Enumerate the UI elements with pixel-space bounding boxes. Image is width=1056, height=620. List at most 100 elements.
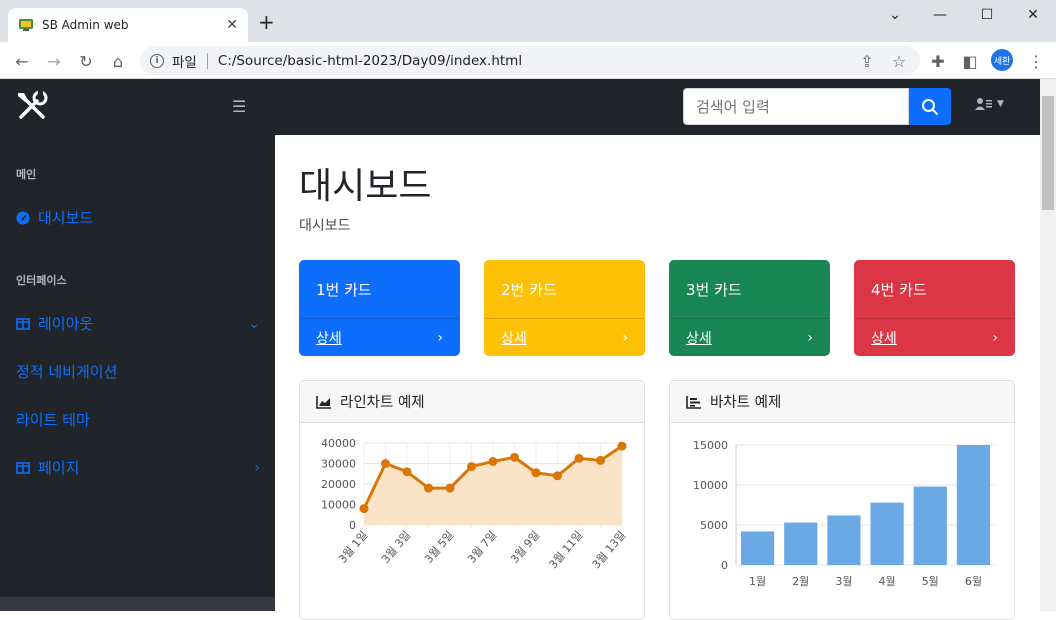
url-separator xyxy=(206,52,208,69)
x-tick-label: 6월 xyxy=(965,575,982,588)
minimize-button[interactable]: — xyxy=(925,6,955,24)
scrollbar-thumb[interactable] xyxy=(1042,96,1054,210)
chevron-right-icon: › xyxy=(437,330,443,346)
card-detail-link[interactable]: 상세 xyxy=(501,328,622,348)
y-tick-label: 0 xyxy=(721,559,728,572)
profile-avatar[interactable]: 세환 xyxy=(991,49,1013,71)
home-icon[interactable]: ⌂ xyxy=(108,51,128,71)
bar-chart: 0 5000 10000 15000 1월 2월 3월 4월 5월 6월 xyxy=(693,439,995,588)
page-title: 대시보드 xyxy=(299,166,432,207)
data-point xyxy=(617,441,627,451)
panel-title: 라인차트 예제 xyxy=(340,395,425,411)
x-tick-label: 5월 xyxy=(922,575,939,588)
x-tick-label: 2월 xyxy=(792,575,809,588)
sidebar-item-dashboard[interactable]: 대시보드 xyxy=(16,207,260,228)
card-4: 4번 카드 상세 › xyxy=(854,260,1015,356)
brand-tools-icon[interactable] xyxy=(14,88,50,124)
y-tick-label: 40000 xyxy=(321,437,356,450)
bookmark-star-icon[interactable]: ☆ xyxy=(889,51,909,71)
data-point xyxy=(467,462,476,472)
search-form xyxy=(683,88,951,125)
card-footer: 상세 › xyxy=(485,318,644,357)
tab-title: SB Admin web xyxy=(42,18,129,32)
data-point xyxy=(488,456,498,466)
sidebar-heading-interface: 인터페이스 xyxy=(16,274,67,287)
y-tick-label: 0 xyxy=(349,519,356,532)
y-tick-label: 20000 xyxy=(321,478,356,491)
sidebar-item-label: 레이아웃 xyxy=(38,315,94,333)
chevron-right-icon: › xyxy=(622,330,628,346)
data-point xyxy=(553,471,562,481)
card-title: 4번 카드 xyxy=(871,281,927,299)
app-favicon-icon xyxy=(19,19,33,31)
panel-title: 바차트 예제 xyxy=(710,395,782,411)
search-input[interactable] xyxy=(683,88,909,125)
user-menu-dropdown[interactable]: ▼ xyxy=(975,97,1004,111)
data-point xyxy=(531,468,541,478)
breadcrumb: 대시보드 xyxy=(299,218,351,234)
card-detail-link[interactable]: 상세 xyxy=(871,328,992,348)
x-tick-label: 3월 3일 xyxy=(378,528,413,566)
y-tick-label: 10000 xyxy=(693,479,728,492)
maximize-button[interactable]: ☐ xyxy=(972,6,1002,24)
chevron-down-icon: ⌄ xyxy=(248,315,260,332)
data-point xyxy=(445,483,455,493)
bar-chart-icon xyxy=(686,395,701,409)
chevron-right-icon: › xyxy=(992,330,998,346)
sidebar-item-layouts[interactable]: 레이아웃 ⌄ xyxy=(16,313,260,334)
address-bar: ← → ↻ ⌂ i 파일 C:/Source/basic-html-2023/D… xyxy=(0,42,1056,79)
user-icon xyxy=(975,98,992,110)
x-tick-label: 4월 xyxy=(879,575,896,588)
data-point xyxy=(574,453,584,463)
tab-close-icon[interactable]: ✕ xyxy=(226,17,238,33)
sidebar-toggle-icon[interactable]: ☰ xyxy=(232,97,246,116)
card-footer: 상세 › xyxy=(855,318,1014,357)
main-content: 대시보드 대시보드 1번 카드 상세 › 2번 카드 상세 › 3번 카드 상세… xyxy=(275,135,1040,620)
sidebar-item-label: 페이지 xyxy=(38,459,80,477)
site-info-icon[interactable]: i xyxy=(150,53,164,68)
x-tick-label: 3월 5일 xyxy=(421,528,456,566)
bar-chart-panel: 바차트 예제 0 5000 10000 15000 1월 2월 3월 4월 5월 6월 xyxy=(669,380,1015,620)
card-title: 2번 카드 xyxy=(501,281,557,299)
card-footer: 상세 › xyxy=(300,318,459,357)
area-chart-panel: 라인차트 예제 0 10000 20000 30000 40000 3월 1일 3월 3일 3… xyxy=(299,380,645,620)
y-tick-label: 10000 xyxy=(321,499,356,512)
panel-header: 라인차트 예제 xyxy=(300,381,644,423)
new-tab-button[interactable]: + xyxy=(258,12,275,32)
x-tick-label: 1월 xyxy=(749,575,766,588)
card-detail-link[interactable]: 상세 xyxy=(316,328,437,348)
sidebar-item-pages[interactable]: 페이지 › xyxy=(16,457,260,478)
extensions-icon[interactable]: ✚ xyxy=(928,51,948,71)
search-icon xyxy=(922,98,938,115)
columns-icon xyxy=(16,317,30,330)
side-panel-icon[interactable]: ◧ xyxy=(960,51,980,71)
omnibox[interactable]: i 파일 C:/Source/basic-html-2023/Day09/ind… xyxy=(140,46,920,75)
sidebar-heading-main: 메인 xyxy=(16,168,37,181)
sidebar-item-static-navigation[interactable]: 정적 네비게이션 xyxy=(16,361,260,382)
share-icon[interactable]: ⇪ xyxy=(857,51,877,71)
bar xyxy=(784,522,818,565)
chevron-right-icon: › xyxy=(254,459,260,476)
card-detail-link[interactable]: 상세 xyxy=(686,328,807,348)
browser-tab[interactable]: SB Admin web ✕ xyxy=(8,8,248,42)
forward-arrow-icon[interactable]: → xyxy=(44,51,64,71)
search-button[interactable] xyxy=(909,88,951,125)
card-3: 3번 카드 상세 › xyxy=(669,260,830,356)
top-navbar: ☰ ▼ xyxy=(0,79,1040,135)
card-footer: 상세 › xyxy=(670,318,829,357)
columns-icon xyxy=(16,461,30,474)
bar xyxy=(913,486,947,565)
sidebar-item-light-theme[interactable]: 라이트 테마 xyxy=(16,409,260,430)
area-chart: 0 10000 20000 30000 40000 3월 1일 3월 3일 3월 5일 3월 7… xyxy=(321,437,628,571)
panel-header: 바차트 예제 xyxy=(670,381,1014,423)
x-tick-label: 3월 7일 xyxy=(464,528,499,566)
browser-menu-icon[interactable]: ⋮ xyxy=(1026,51,1046,71)
window-close-button[interactable]: ✕ xyxy=(1018,6,1048,24)
back-arrow-icon[interactable]: ← xyxy=(12,51,32,71)
caret-down-icon: ▼ xyxy=(997,99,1004,109)
sidebar-footer xyxy=(0,597,275,611)
tab-search-icon[interactable]: ⌄ xyxy=(880,6,910,24)
card-title: 3번 카드 xyxy=(686,281,742,299)
card-2: 2번 카드 상세 › xyxy=(484,260,645,356)
reload-icon[interactable]: ↻ xyxy=(76,51,96,71)
